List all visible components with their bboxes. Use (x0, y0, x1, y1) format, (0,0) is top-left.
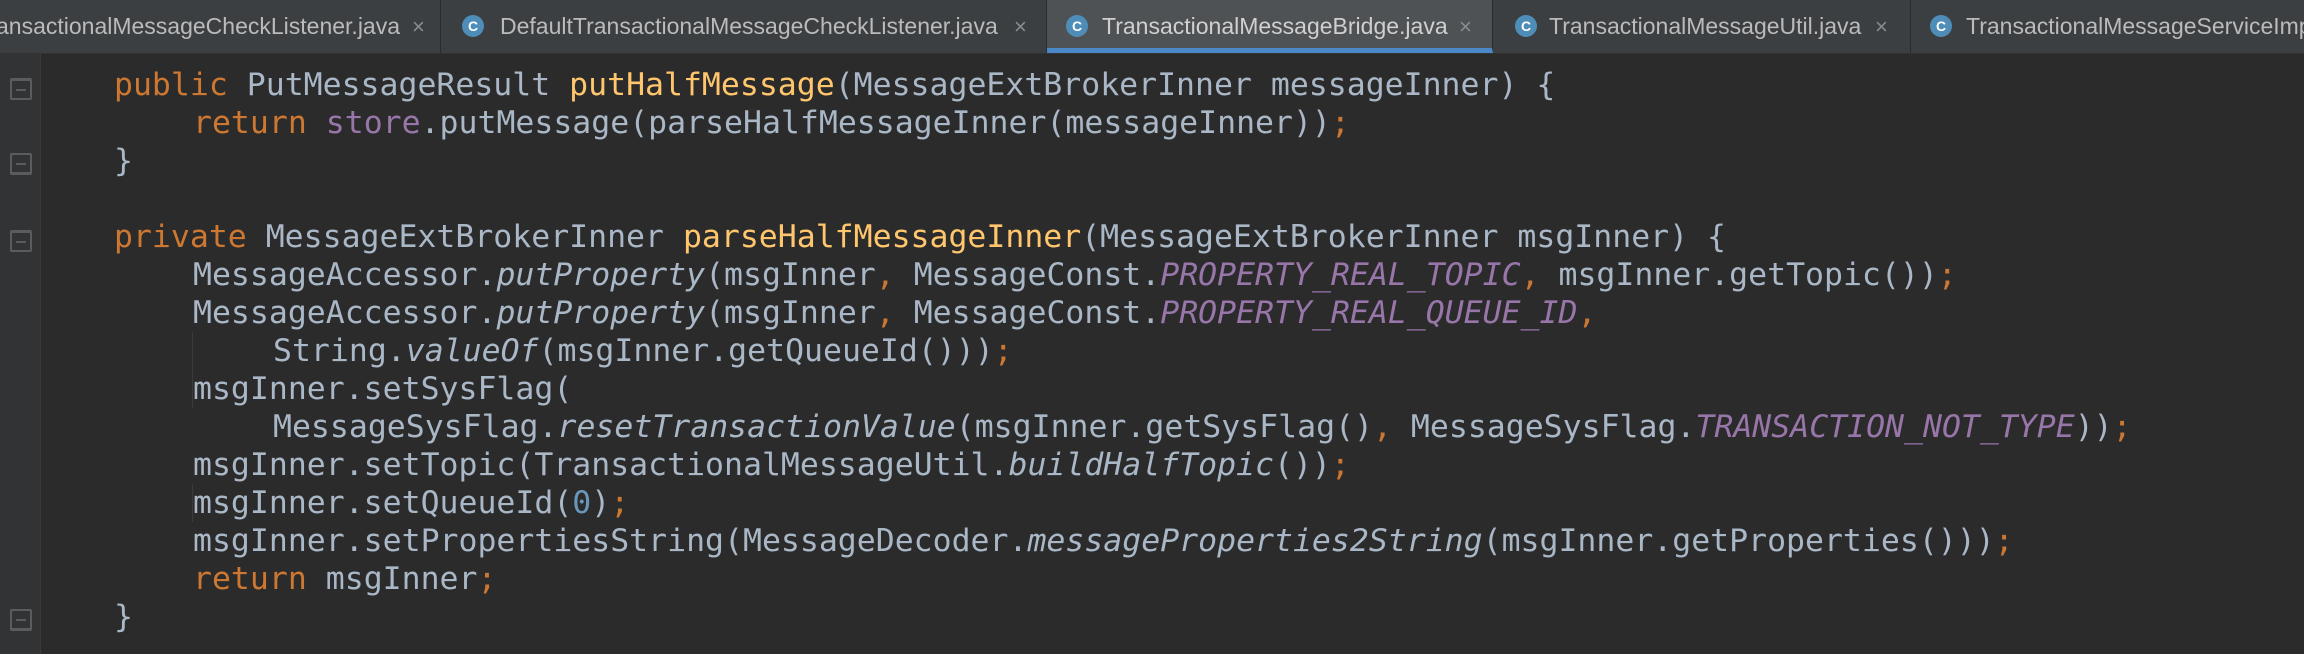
code-line[interactable]: return store.putMessage(parseHalfMessage… (193, 104, 1350, 142)
code-token: (MessageExtBrokerInner msgInner) { (1081, 219, 1727, 255)
code-token: , (875, 295, 914, 331)
code-token: MessageAccessor. (193, 295, 497, 331)
code-line[interactable]: } (114, 142, 133, 180)
class-icon: C (462, 15, 484, 37)
code-token: ()) (1274, 447, 1331, 483)
code-token: ; (1994, 523, 2014, 559)
code-token: (msgInner.getProperties())) (1482, 523, 1995, 559)
code-line[interactable]: msgInner.setQueueId(0); (193, 484, 629, 522)
code-token: MessageConst. (913, 295, 1161, 331)
code-token: (MessageExtBrokerInner messageInner) { (834, 67, 1556, 103)
code-token: putProperty (496, 257, 706, 293)
code-editor[interactable]: public PutMessageResult putHalfMessage(M… (0, 54, 2304, 654)
editor-tab-bar: ansactionalMessageCheckListener.java × C… (0, 0, 2304, 54)
code-token: MessageSysFlag. (273, 409, 558, 445)
code-token: PROPERTY_REAL_TOPIC (1160, 257, 1521, 293)
code-token: ; (1330, 105, 1350, 141)
tab-label: DefaultTransactionalMessageCheckListener… (500, 13, 998, 39)
code-line[interactable]: MessageAccessor.putProperty(msgInner, Me… (193, 256, 1957, 294)
code-token: (msgInner.getSysFlag() (955, 409, 1373, 445)
code-token: msgInner.setPropertiesString(MessageDeco… (193, 523, 1028, 559)
code-token: msgInner.setTopic(TransactionalMessageUt… (193, 447, 1009, 483)
code-token: ; (993, 333, 1013, 369)
code-token: msgInner.getTopic()) (1558, 257, 1938, 293)
close-icon[interactable]: × (412, 0, 425, 53)
code-token: msgInner.setQueueId( (193, 485, 573, 521)
code-token: putHalfMessage (569, 67, 835, 103)
code-token: , (1520, 257, 1559, 293)
code-token: .putMessage(parseHalfMessageInner(messag… (420, 105, 1331, 141)
tab-transactional-message-bridge[interactable]: C TransactionalMessageBridge.java × (1047, 0, 1493, 53)
code-line[interactable]: msgInner.setPropertiesString(MessageDeco… (193, 522, 2014, 560)
code-token: return (193, 561, 326, 597)
close-icon[interactable]: × (1875, 0, 1888, 53)
tab-label: TransactionalMessageServiceImp (1966, 13, 2304, 39)
code-token: (msgInner (705, 257, 876, 293)
code-token: ) (591, 485, 611, 521)
code-token: ; (1937, 257, 1957, 293)
class-icon: C (1515, 15, 1537, 37)
code-token: MessageSysFlag. (1410, 409, 1696, 445)
code-line[interactable]: private MessageExtBrokerInner parseHalfM… (114, 218, 1726, 256)
code-token: MessageExtBrokerInner (265, 219, 683, 255)
code-token: , (1372, 409, 1411, 445)
code-token: ; (477, 561, 497, 597)
code-token: ; (2112, 409, 2132, 445)
code-token: valueOf (405, 333, 539, 369)
code-token: public (114, 67, 247, 103)
code-token: msgInner.setSysFlag( (193, 371, 573, 407)
code-token: (msgInner (705, 295, 876, 331)
tab-transactional-message-util[interactable]: C TransactionalMessageUtil.java × (1493, 0, 1911, 53)
code-token: private (114, 219, 266, 255)
code-token: parseHalfMessageInner (682, 219, 1082, 255)
code-token: TRANSACTION_NOT_TYPE (1695, 409, 2075, 445)
code-token: String. (273, 333, 406, 369)
code-token: } (114, 143, 133, 179)
code-token: putProperty (496, 295, 706, 331)
code-token: ; (1330, 447, 1350, 483)
class-icon: C (1066, 15, 1088, 37)
code-token: , (875, 257, 914, 293)
tab-default-check-listener[interactable]: C DefaultTransactionalMessageCheckListen… (441, 0, 1047, 53)
code-token: msgInner (325, 561, 478, 597)
code-token: buildHalfTopic (1008, 447, 1274, 483)
code-token: MessageConst. (913, 257, 1161, 293)
tab-label: ansactionalMessageCheckListener.java (0, 13, 401, 39)
code-token: )) (2074, 409, 2113, 445)
class-icon: C (1930, 15, 1952, 37)
code-line[interactable]: public PutMessageResult putHalfMessage(M… (114, 66, 1555, 104)
code-line[interactable]: return msgInner; (193, 560, 496, 598)
code-token: return (193, 105, 326, 141)
code-line[interactable]: MessageAccessor.putProperty(msgInner, Me… (193, 294, 1596, 332)
code-line[interactable]: String.valueOf(msgInner.getQueueId())); (273, 332, 1013, 370)
code-line[interactable]: MessageSysFlag.resetTransactionValue(msg… (273, 408, 2132, 446)
code-line[interactable]: msgInner.setTopic(TransactionalMessageUt… (193, 446, 1350, 484)
close-icon[interactable]: × (1459, 0, 1472, 48)
code-token: store (325, 105, 421, 141)
code-line[interactable]: msgInner.setSysFlag( (193, 370, 572, 408)
code-token: ; (610, 485, 630, 521)
close-icon[interactable]: × (1014, 0, 1027, 53)
code-line[interactable]: } (114, 598, 133, 636)
tab-check-listener[interactable]: ansactionalMessageCheckListener.java × (0, 0, 441, 53)
tab-label: TransactionalMessageBridge.java (1102, 13, 1448, 39)
code-token: MessageAccessor. (193, 257, 497, 293)
code-token: (msgInner.getQueueId())) (538, 333, 994, 369)
code-token: } (114, 599, 133, 635)
tab-label: TransactionalMessageUtil.java (1549, 13, 1862, 39)
code-token: resetTransactionValue (557, 409, 956, 445)
code-token: , (1577, 295, 1597, 331)
code-token: messageProperties2String (1027, 523, 1483, 559)
tab-transactional-message-service-impl[interactable]: C TransactionalMessageServiceImp (1911, 0, 2304, 53)
code-token: 0 (572, 485, 592, 521)
code-token: PROPERTY_REAL_QUEUE_ID (1160, 295, 1578, 331)
code-token: PutMessageResult (246, 67, 570, 103)
